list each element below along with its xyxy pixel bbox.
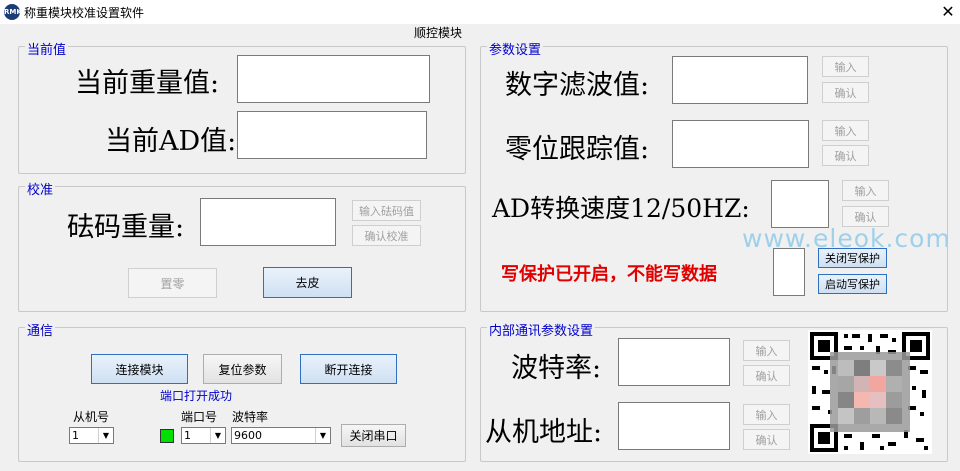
ad-speed-field[interactable]: [771, 180, 829, 228]
digital-filter-label: 数字滤波值:: [505, 70, 650, 101]
window-title: 称重模块校准设置软件: [24, 6, 145, 20]
digital-filter-field[interactable]: [672, 56, 808, 104]
enable-write-protect-button[interactable]: 启动写保护: [818, 274, 887, 294]
connect-module-button[interactable]: 连接模块: [91, 354, 188, 384]
port-number-label: 端口号: [181, 410, 218, 424]
communication-legend: 通信: [25, 320, 56, 339]
write-protect-field[interactable]: [773, 248, 805, 296]
ad-speed-input-button[interactable]: 输入: [842, 180, 889, 201]
internal-slave-address-label: 从机地址:: [485, 417, 603, 448]
qr-code-image: [808, 330, 932, 454]
write-protect-status: 写保护已开启，不能写数据: [501, 264, 717, 285]
calibration-group: 校准 砝码重量: 输入砝码值 确认校准 置零 去皮: [18, 179, 466, 312]
slave-number-label: 从机号: [73, 410, 110, 424]
internal-slave-confirm-button[interactable]: 确认: [743, 429, 790, 450]
internal-baud-label: 波特率:: [511, 353, 602, 384]
internal-slave-address-field[interactable]: [618, 402, 730, 450]
close-port-button[interactable]: 关闭串口: [341, 424, 406, 447]
port-status-text: 端口打开成功: [160, 389, 233, 403]
internal-comm-legend: 内部通讯参数设置: [487, 320, 596, 339]
zero-tracking-label: 零位跟踪值:: [505, 134, 650, 165]
port-number-select[interactable]: 1 ▼: [181, 427, 226, 444]
tare-button[interactable]: 去皮: [263, 267, 352, 298]
internal-baud-field[interactable]: [618, 338, 730, 386]
title-bar: RMK 称重模块校准设置软件 ✕: [0, 0, 960, 24]
calibration-weight-label: 砝码重量:: [67, 212, 185, 243]
reset-params-button[interactable]: 复位参数: [203, 354, 282, 384]
calibration-weight-field[interactable]: [200, 198, 336, 246]
confirm-calibration-button[interactable]: 确认校准: [352, 225, 421, 246]
digital-filter-input-button[interactable]: 输入: [822, 56, 869, 77]
module-mode-label: 顺控模块: [414, 26, 463, 40]
communication-group: 通信 连接模块 复位参数 断开连接 端口打开成功 从机号 端口号 波特率 1 ▼…: [18, 320, 466, 462]
port-status-led: [160, 429, 174, 443]
close-icon[interactable]: ✕: [938, 2, 958, 22]
baud-rate-select[interactable]: 9600 ▼: [231, 427, 331, 444]
ad-speed-label: AD转换速度12/50HZ:: [492, 194, 750, 223]
current-ad-label: 当前AD值:: [105, 126, 237, 157]
current-weight-field[interactable]: [237, 55, 430, 103]
disconnect-button[interactable]: 断开连接: [300, 354, 397, 384]
input-weight-button[interactable]: 输入砝码值: [352, 200, 421, 221]
calibration-legend: 校准: [25, 179, 56, 198]
current-ad-field[interactable]: [237, 111, 427, 159]
current-value-group: 当前值 当前重量值: 当前AD值:: [18, 39, 466, 174]
internal-slave-input-button[interactable]: 输入: [743, 404, 790, 425]
internal-baud-input-button[interactable]: 输入: [743, 340, 790, 361]
chevron-down-icon[interactable]: ▼: [210, 428, 225, 443]
zero-tracking-field[interactable]: [672, 120, 809, 168]
chevron-down-icon[interactable]: ▼: [315, 428, 330, 443]
slave-number-select[interactable]: 1 ▼: [69, 427, 114, 444]
zero-tracking-input-button[interactable]: 输入: [822, 120, 869, 141]
digital-filter-confirm-button[interactable]: 确认: [822, 82, 869, 103]
zero-tracking-confirm-button[interactable]: 确认: [822, 145, 869, 166]
parameter-settings-group: 参数设置 数字滤波值: 输入 确认 零位跟踪值: 输入 确认 AD转换速度12/…: [480, 39, 948, 312]
current-value-legend: 当前值: [25, 39, 69, 58]
current-weight-label: 当前重量值:: [75, 68, 220, 99]
app-logo-icon: RMK: [4, 4, 22, 20]
parameter-settings-legend: 参数设置: [487, 39, 544, 58]
baud-rate-value: 9600: [234, 429, 262, 442]
port-number-value: 1: [184, 429, 191, 442]
internal-baud-confirm-button[interactable]: 确认: [743, 365, 790, 386]
slave-number-value: 1: [72, 429, 79, 442]
zero-button[interactable]: 置零: [128, 268, 217, 298]
baud-rate-label: 波特率: [232, 410, 269, 424]
site-watermark: www.eleok.com: [742, 224, 951, 253]
chevron-down-icon[interactable]: ▼: [98, 428, 113, 443]
main-window: RMK 称重模块校准设置软件 ✕ 顺控模块 当前值 当前重量值: 当前AD值: …: [0, 0, 960, 471]
